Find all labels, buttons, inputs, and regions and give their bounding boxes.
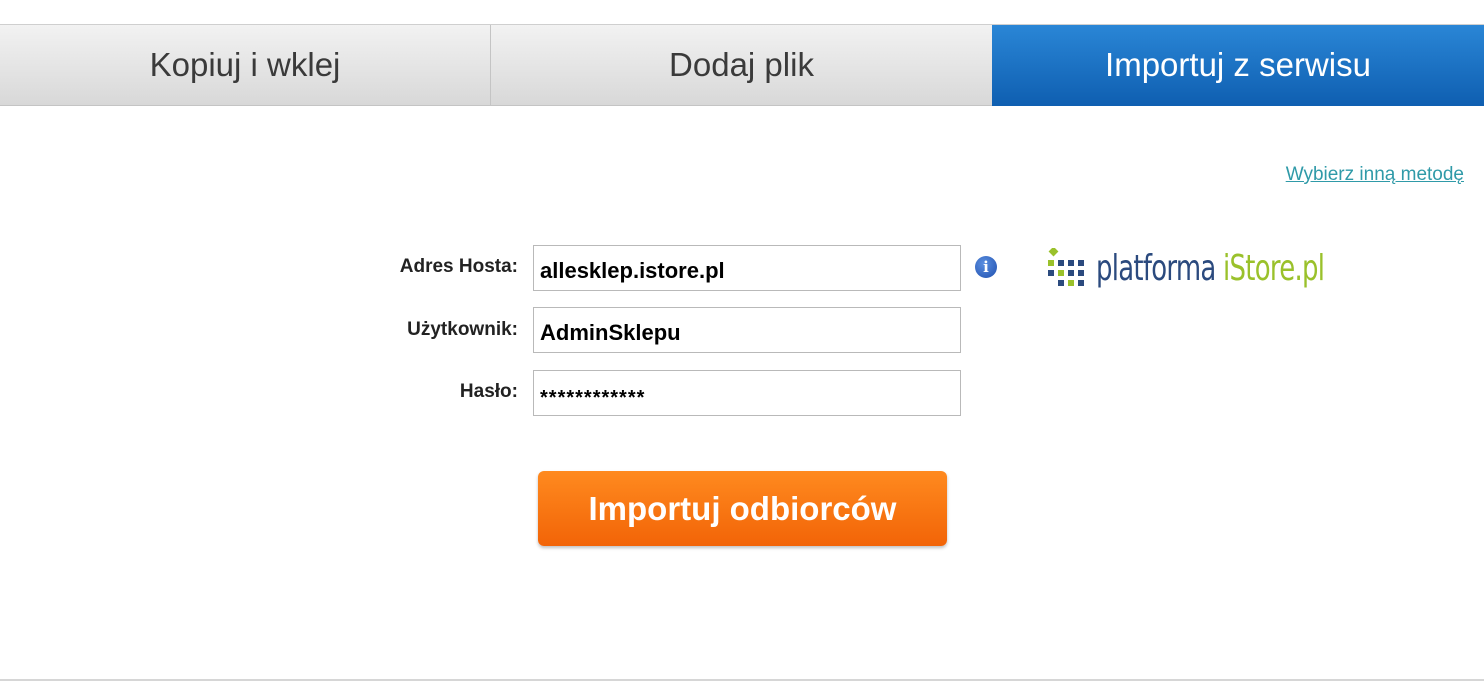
host-input[interactable]: allesklep.istore.pl: [533, 245, 961, 291]
logo-text-istore: iStore.pl: [1223, 247, 1325, 289]
password-label: Hasło:: [459, 381, 518, 402]
user-label: Użytkownik:: [407, 319, 518, 340]
host-label: Adres Hosta:: [399, 256, 518, 277]
logo-text: platforma iStore.pl: [1096, 247, 1325, 289]
import-method-tabs: Kopiuj i wklej Dodaj plik Importuj z ser…: [0, 25, 1484, 106]
logo-grid-icon: [1048, 248, 1084, 286]
password-input[interactable]: ************: [533, 370, 961, 416]
platforma-istore-logo: platforma iStore.pl: [1046, 244, 1413, 292]
tab-add-file[interactable]: Dodaj plik: [491, 25, 992, 106]
choose-other-method-link[interactable]: Wybierz inną metodę: [1286, 164, 1464, 186]
user-input[interactable]: AdminSklepu: [533, 307, 961, 353]
import-recipients-button[interactable]: Importuj odbiorców: [538, 471, 947, 546]
tab-import-from-service[interactable]: Importuj z serwisu: [992, 25, 1484, 106]
logo-text-platforma: platforma: [1096, 247, 1224, 289]
info-icon[interactable]: i: [975, 256, 997, 278]
bottom-divider: [0, 679, 1484, 681]
tab-copy-paste[interactable]: Kopiuj i wklej: [0, 25, 491, 106]
